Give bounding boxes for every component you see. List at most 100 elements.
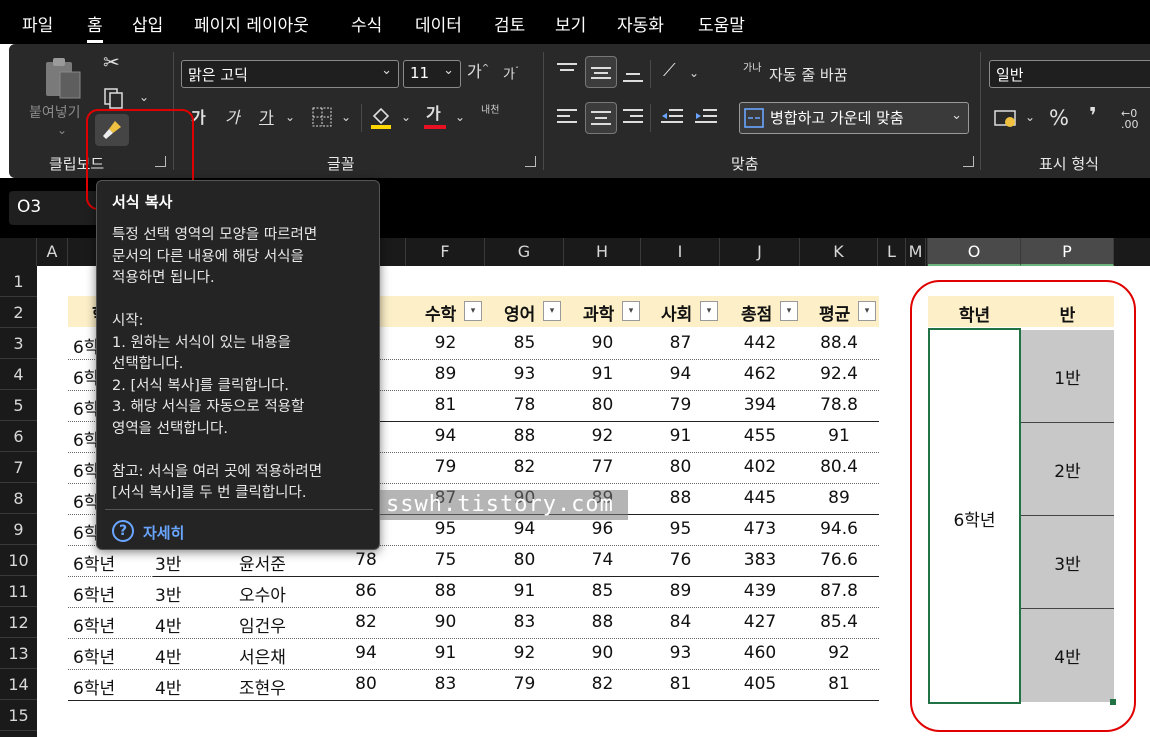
filter-dropdown-icon[interactable]: ▾ bbox=[858, 301, 876, 321]
cell-korean[interactable]: 82 bbox=[326, 612, 406, 632]
cell-english[interactable]: 82 bbox=[485, 457, 564, 477]
cell-english[interactable]: 83 bbox=[485, 612, 564, 632]
cell-total[interactable]: 402 bbox=[720, 457, 800, 477]
cell-class[interactable]: 4반 bbox=[155, 612, 235, 637]
accounting-format-icon[interactable] bbox=[994, 108, 1020, 128]
filter-dropdown-icon[interactable]: ▾ bbox=[543, 301, 561, 321]
cell-social[interactable]: 84 bbox=[641, 612, 720, 632]
cell-total[interactable]: 445 bbox=[720, 488, 800, 508]
number-format-combo[interactable]: 일반 bbox=[989, 60, 1150, 88]
row-header[interactable]: 3 bbox=[0, 328, 37, 359]
font-color-button[interactable]: 가 bbox=[423, 104, 447, 130]
chevron-down-icon[interactable]: ⌄ bbox=[341, 110, 351, 124]
cell-english[interactable]: 85 bbox=[485, 333, 564, 353]
chevron-down-icon[interactable]: ⌄ bbox=[1025, 110, 1035, 124]
row-header[interactable]: 2 bbox=[0, 297, 37, 328]
cell-social[interactable]: 88 bbox=[641, 488, 720, 508]
cell-english[interactable]: 91 bbox=[485, 581, 564, 601]
filter-dropdown-icon[interactable]: ▾ bbox=[464, 301, 482, 321]
cell-social[interactable]: 76 bbox=[641, 550, 720, 570]
percent-button[interactable]: % bbox=[1049, 108, 1069, 129]
cell-math[interactable]: 79 bbox=[406, 457, 485, 477]
cell-social[interactable]: 91 bbox=[641, 426, 720, 446]
cell-social[interactable]: 89 bbox=[641, 581, 720, 601]
column-header-p[interactable]: P bbox=[1021, 238, 1114, 266]
select-all-corner[interactable] bbox=[0, 238, 37, 266]
cell-class[interactable]: 4반 bbox=[155, 674, 235, 699]
row-header[interactable]: 1 bbox=[0, 266, 37, 297]
cell-average[interactable]: 92 bbox=[800, 643, 878, 663]
cell-social[interactable]: 94 bbox=[641, 364, 720, 384]
column-header-l[interactable]: L bbox=[878, 238, 906, 266]
wrap-text-button[interactable]: 가나 자동 줄 바꿈 bbox=[741, 60, 941, 90]
cell-name[interactable]: 조현우 bbox=[239, 674, 332, 699]
fill-color-icon[interactable] bbox=[369, 104, 393, 130]
cell-average[interactable]: 85.4 bbox=[800, 612, 878, 632]
chevron-down-icon[interactable]: ⌄ bbox=[401, 110, 411, 124]
italic-button[interactable]: 가 bbox=[225, 110, 240, 126]
cell-name[interactable]: 임건우 bbox=[239, 612, 332, 637]
cell-average[interactable]: 89 bbox=[800, 488, 878, 508]
filter-dropdown-icon[interactable]: ▾ bbox=[780, 301, 798, 321]
cell-social[interactable]: 95 bbox=[641, 519, 720, 539]
cell-social[interactable]: 79 bbox=[641, 395, 720, 415]
orientation-icon[interactable]: ⟋ bbox=[663, 62, 676, 80]
row-header[interactable]: 11 bbox=[0, 576, 37, 607]
cell-name[interactable]: 오수아 bbox=[239, 581, 332, 606]
cell-english[interactable]: 88 bbox=[485, 426, 564, 446]
increase-decimal-button[interactable]: ←0 .00 bbox=[1121, 108, 1150, 130]
tab-insert[interactable]: 삽입 bbox=[132, 11, 163, 36]
cell-korean[interactable]: 78 bbox=[326, 550, 406, 570]
row-header[interactable]: 10 bbox=[0, 545, 37, 576]
cell-average[interactable]: 94.6 bbox=[800, 519, 878, 539]
column-header-f[interactable]: F bbox=[406, 238, 485, 266]
cell-science[interactable]: 85 bbox=[564, 581, 641, 601]
column-header-g[interactable]: G bbox=[485, 238, 564, 266]
tab-home[interactable]: 홈 bbox=[87, 11, 103, 43]
row-header[interactable]: 4 bbox=[0, 359, 37, 390]
cell-average[interactable]: 91 bbox=[800, 426, 878, 446]
increase-indent-icon[interactable] bbox=[695, 108, 717, 126]
row-header[interactable]: 6 bbox=[0, 421, 37, 452]
cell-total[interactable]: 427 bbox=[720, 612, 800, 632]
cell-math[interactable]: 81 bbox=[406, 395, 485, 415]
column-header-o[interactable]: O bbox=[928, 238, 1021, 266]
filter-dropdown-icon[interactable]: ▾ bbox=[622, 301, 640, 321]
row-header[interactable]: 14 bbox=[0, 669, 37, 700]
cell-math[interactable]: 95 bbox=[406, 519, 485, 539]
filter-dropdown-icon[interactable]: ▾ bbox=[700, 301, 718, 321]
cell-science[interactable]: 91 bbox=[564, 364, 641, 384]
align-center-button[interactable] bbox=[585, 102, 617, 134]
chevron-down-icon[interactable]: ⌄ bbox=[139, 90, 149, 104]
tab-view[interactable]: 보기 bbox=[555, 11, 586, 36]
cell-math[interactable]: 88 bbox=[406, 581, 485, 601]
cell-english[interactable]: 93 bbox=[485, 364, 564, 384]
cut-icon[interactable]: ✂ bbox=[103, 52, 120, 72]
cell-english[interactable]: 79 bbox=[485, 674, 564, 694]
font-name-combo[interactable]: 맑은 고딕 ⌄ bbox=[181, 60, 399, 88]
cell-name[interactable]: 윤서준 bbox=[239, 550, 332, 575]
border-icon[interactable] bbox=[311, 106, 333, 128]
cell-grade[interactable]: 6학년 bbox=[73, 643, 158, 668]
cell-english[interactable]: 94 bbox=[485, 519, 564, 539]
cell-total[interactable]: 405 bbox=[720, 674, 800, 694]
cell-average[interactable]: 87.8 bbox=[800, 581, 878, 601]
row-header[interactable]: 15 bbox=[0, 700, 37, 731]
row-header[interactable]: 7 bbox=[0, 452, 37, 483]
cell-social[interactable]: 87 bbox=[641, 333, 720, 353]
cell-class[interactable]: 3반 bbox=[155, 550, 235, 575]
align-middle-button[interactable] bbox=[585, 56, 617, 88]
tab-help[interactable]: 도움말 bbox=[698, 11, 745, 36]
cell-english[interactable]: 78 bbox=[485, 395, 564, 415]
align-right-icon[interactable] bbox=[623, 108, 643, 126]
cell-math[interactable]: 89 bbox=[406, 364, 485, 384]
cell-total[interactable]: 473 bbox=[720, 519, 800, 539]
cell-total[interactable]: 462 bbox=[720, 364, 800, 384]
tab-review[interactable]: 검토 bbox=[494, 11, 525, 36]
cell-math[interactable]: 75 bbox=[406, 550, 485, 570]
chevron-down-icon[interactable]: ⌄ bbox=[689, 66, 699, 80]
cell-total[interactable]: 442 bbox=[720, 333, 800, 353]
column-header-i[interactable]: I bbox=[641, 238, 720, 266]
cell-total[interactable]: 439 bbox=[720, 581, 800, 601]
cell-science[interactable]: 77 bbox=[564, 457, 641, 477]
